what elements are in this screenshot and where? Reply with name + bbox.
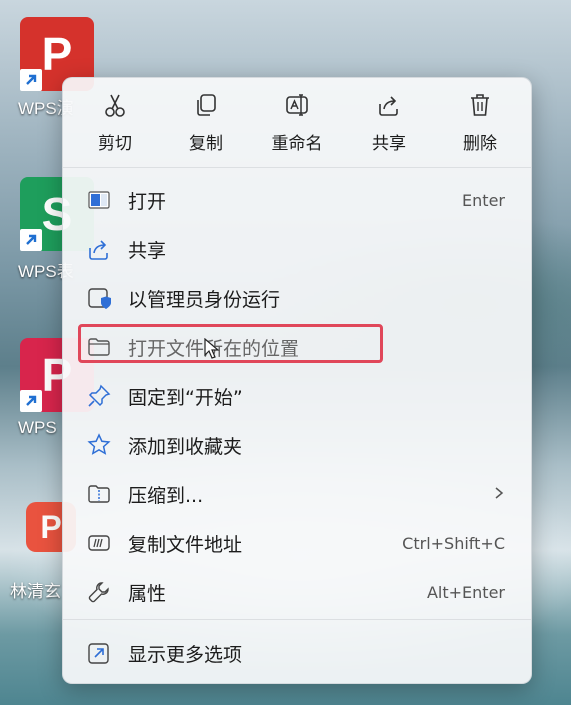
share-icon bbox=[86, 236, 112, 262]
desktop-icon-label: WPS bbox=[18, 418, 57, 437]
menu-item-open[interactable]: 打开 Enter bbox=[77, 178, 517, 222]
shortcut-arrow-icon bbox=[20, 229, 42, 251]
mouse-cursor-icon bbox=[204, 338, 220, 359]
copy-icon bbox=[197, 94, 216, 116]
rename-icon bbox=[286, 94, 308, 116]
wrench-icon bbox=[86, 579, 112, 605]
highlight-box bbox=[78, 324, 383, 363]
pin-icon bbox=[86, 383, 112, 409]
menu-item-copy-path[interactable]: 复制文件地址 Ctrl+Shift+C bbox=[77, 521, 517, 565]
scissors-icon bbox=[105, 94, 125, 117]
menu-item-properties[interactable]: 属性 Alt+Enter bbox=[77, 570, 517, 614]
rename-label: 重命名 bbox=[271, 134, 323, 154]
desktop-icon-letter: P bbox=[40, 508, 62, 545]
divider bbox=[63, 619, 531, 620]
delete-button[interactable]: 删除 bbox=[440, 92, 520, 158]
more-options-icon bbox=[86, 640, 112, 666]
shortcut-arrow-icon bbox=[20, 390, 42, 412]
context-menu-toolbar: 剪切 复制 重命名 共享 删除 bbox=[63, 78, 531, 166]
cut-label: 剪切 bbox=[98, 134, 132, 154]
share-button[interactable]: 共享 bbox=[349, 92, 429, 158]
menu-item-label: 属性 bbox=[128, 582, 167, 605]
open-app-icon bbox=[86, 187, 112, 213]
divider bbox=[63, 167, 531, 168]
admin-shield-icon bbox=[86, 285, 112, 311]
rename-button[interactable]: 重命名 bbox=[257, 92, 337, 158]
menu-item-label: 共享 bbox=[128, 239, 167, 262]
star-icon bbox=[86, 432, 112, 458]
menu-item-label: 打开 bbox=[128, 190, 167, 213]
menu-item-label: 固定到“开始” bbox=[128, 386, 243, 409]
menu-item-label: 以管理员身份运行 bbox=[128, 288, 281, 311]
delete-label: 删除 bbox=[463, 134, 497, 154]
desktop-icon-letter: P bbox=[41, 28, 73, 80]
chevron-right-icon bbox=[493, 485, 505, 504]
cut-button[interactable]: 剪切 bbox=[75, 92, 155, 158]
menu-item-compress-to[interactable]: 压缩到... bbox=[77, 472, 517, 516]
menu-item-pin-to-start[interactable]: 固定到“开始” bbox=[77, 374, 517, 418]
menu-item-share[interactable]: 共享 bbox=[77, 227, 517, 271]
menu-item-run-as-admin[interactable]: 以管理员身份运行 bbox=[77, 276, 517, 320]
menu-item-show-more-options[interactable]: 显示更多选项 bbox=[77, 631, 517, 675]
trash-icon bbox=[471, 94, 489, 116]
share-icon bbox=[379, 96, 398, 116]
shortcut-arrow-icon bbox=[20, 69, 42, 91]
menu-item-shortcut: Alt+Enter bbox=[426, 582, 505, 602]
menu-item-label: 添加到收藏夹 bbox=[128, 435, 243, 458]
menu-item-add-to-favorites[interactable]: 添加到收藏夹 bbox=[77, 423, 517, 467]
desktop-icon-label: 林清玄 bbox=[10, 582, 61, 601]
copy-button[interactable]: 复制 bbox=[166, 92, 246, 158]
menu-item-shortcut: Ctrl+Shift+C bbox=[402, 533, 505, 553]
menu-item-label: 复制文件地址 bbox=[128, 533, 243, 556]
menu-item-label: 显示更多选项 bbox=[128, 643, 243, 666]
context-menu: 剪切 复制 重命名 共享 删除 打开 Enter 共享 以管理员身份运行 固定到… bbox=[62, 77, 532, 684]
copy-label: 复制 bbox=[189, 134, 223, 154]
share-label: 共享 bbox=[372, 134, 406, 154]
archive-folder-icon bbox=[86, 481, 112, 507]
menu-item-label: 压缩到... bbox=[128, 484, 204, 507]
menu-item-shortcut: Enter bbox=[462, 190, 505, 210]
copy-path-icon bbox=[86, 530, 112, 556]
